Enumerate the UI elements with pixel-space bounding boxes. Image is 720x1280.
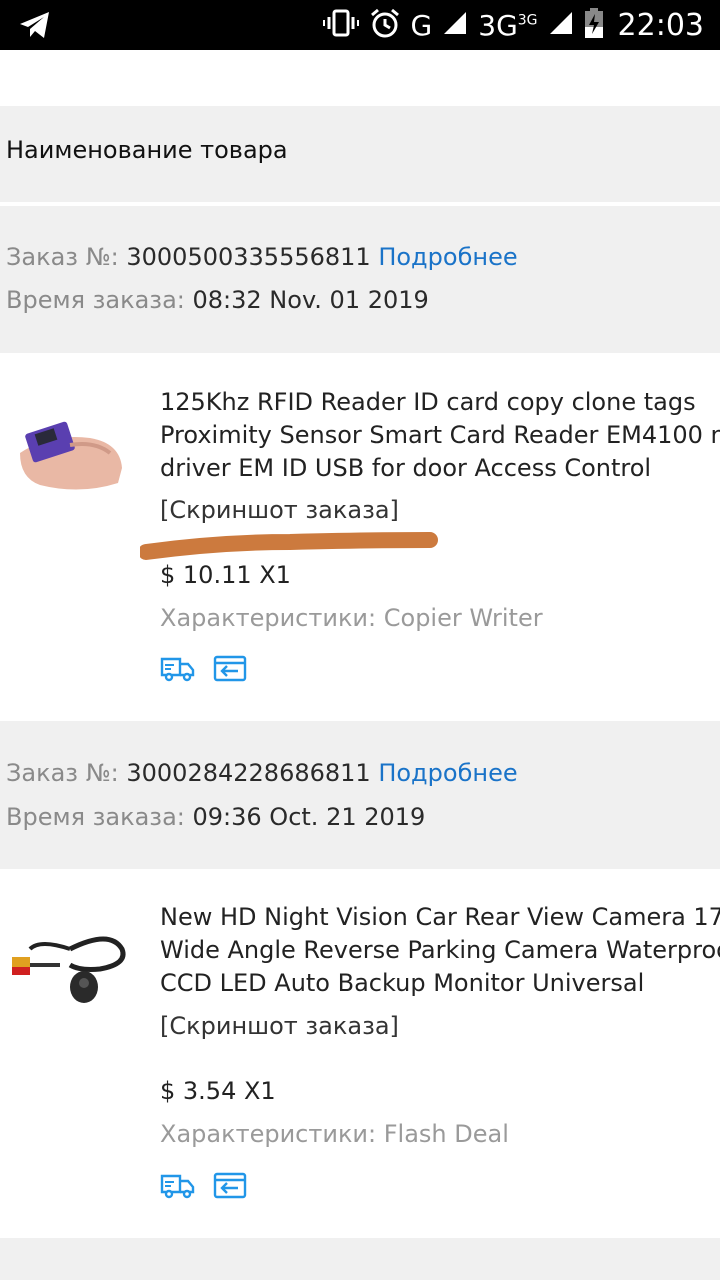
- list-header-label: Наименование товара: [6, 136, 288, 164]
- order-number: 3000284228686811: [126, 759, 371, 787]
- status-bar: G 3G3G 22:03: [0, 0, 720, 50]
- order-time: 08:32 Nov. 01 2019: [192, 286, 429, 314]
- order-number-label: Заказ №:: [6, 243, 119, 271]
- vibrate-icon: [322, 8, 359, 42]
- delivery-truck-icon[interactable]: [160, 653, 196, 683]
- product-thumbnail-rear-camera[interactable]: [10, 909, 130, 1029]
- details-link[interactable]: Подробнее: [378, 759, 517, 787]
- order-header: [0, 721, 720, 869]
- battery-charging-icon: [584, 7, 604, 43]
- order-header: [0, 206, 720, 353]
- order-time-label: Время заказа:: [6, 803, 185, 831]
- network-g-label: G: [410, 8, 433, 42]
- order-time-row: Время заказа: 08:32 Nov. 01 2019: [6, 286, 429, 314]
- product-title[interactable]: New HD Night Vision Car Rear View Camera…: [160, 901, 720, 1000]
- order-number-row: Заказ №: 3000284228686811 Подробнее: [6, 759, 518, 787]
- order-time-row: Время заказа: 09:36 Oct. 21 2019: [6, 803, 425, 831]
- alarm-icon: [369, 7, 401, 43]
- order-number-row: Заказ №: 3000500335556811 Подробнее: [6, 243, 518, 271]
- product-thumbnail-rfid-reader[interactable]: [10, 383, 130, 503]
- telegram-icon: [18, 9, 52, 45]
- product-spec: Характеристики: Copier Writer: [160, 604, 543, 632]
- order-time-label: Время заказа:: [6, 286, 185, 314]
- order-number-label: Заказ №:: [6, 759, 119, 787]
- order-screenshot-link[interactable]: [Скриншот заказа]: [160, 496, 399, 524]
- order-screenshot-link[interactable]: [Скриншот заказа]: [160, 1012, 399, 1040]
- signal-icon: [442, 10, 468, 40]
- order-number: 3000500335556811: [126, 243, 371, 271]
- order-item[interactable]: New HD Night Vision Car Rear View Camera…: [0, 869, 720, 1238]
- product-spec: Характеристики: Flash Deal: [160, 1120, 509, 1148]
- delivery-truck-icon[interactable]: [160, 1170, 196, 1200]
- return-icon[interactable]: [212, 1170, 248, 1200]
- network-3g-label: 3G3G: [478, 8, 538, 42]
- clock: 22:03: [617, 7, 704, 43]
- return-icon[interactable]: [212, 653, 248, 683]
- signal-icon-2: [548, 10, 574, 40]
- next-order-header: [0, 1238, 720, 1280]
- details-link[interactable]: Подробнее: [378, 243, 517, 271]
- orange-marker-highlight: [140, 532, 438, 560]
- product-title[interactable]: 125Khz RFID Reader ID card copy clone ta…: [160, 386, 720, 485]
- product-price: $ 3.54 X1: [160, 1077, 276, 1105]
- top-spacer: [0, 50, 720, 106]
- order-time: 09:36 Oct. 21 2019: [192, 803, 426, 831]
